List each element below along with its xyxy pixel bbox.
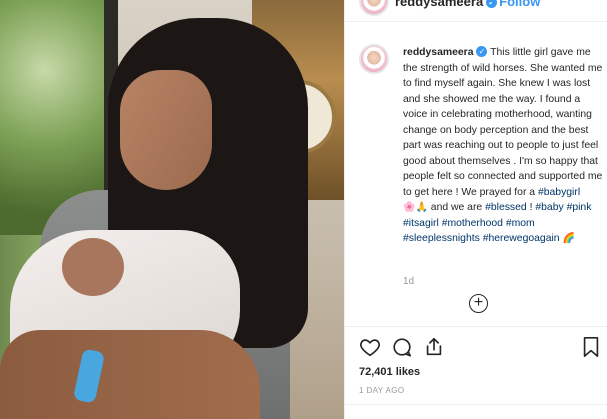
hashtag-itsagirl[interactable]: #itsagirl — [403, 218, 439, 229]
hashtag-sleeplessnights[interactable]: #sleeplessnights — [403, 233, 480, 244]
post-photo[interactable] — [0, 0, 344, 419]
plus-circle-icon[interactable]: + — [469, 294, 488, 313]
hashtag-blessed[interactable]: #blessed — [485, 202, 527, 213]
caption-time-ago[interactable]: 1d — [403, 276, 414, 287]
post-timestamp[interactable]: 1 DAY AGO — [359, 386, 405, 395]
follow-button[interactable]: • Follow — [491, 0, 540, 9]
caption-username[interactable]: reddysameera — [403, 47, 473, 58]
post-header: reddysameera ✓ • Follow — [345, 0, 607, 22]
photo-mother-face — [120, 70, 212, 190]
comment-icon[interactable] — [391, 336, 415, 360]
header-avatar[interactable] — [359, 0, 389, 16]
bookmark-icon[interactable] — [581, 336, 605, 360]
photo-baby-head — [62, 238, 124, 296]
caption-body-2: and we are — [427, 202, 486, 213]
bottom-divider — [345, 404, 607, 405]
header-username-text[interactable]: reddysameera — [395, 0, 483, 9]
flower-pray-emoji: 🌸🙏 — [403, 202, 428, 213]
hashtag-motherhood[interactable]: #motherhood — [442, 218, 503, 229]
hashtag-herewegoagain[interactable]: #herewegoagain — [483, 233, 560, 244]
heart-icon[interactable] — [359, 336, 383, 360]
photo-mother-arm — [0, 330, 260, 419]
actions-divider — [345, 326, 607, 327]
hashtag-baby[interactable]: #baby — [535, 202, 563, 213]
caption-verified-badge-icon: ✓ — [476, 46, 488, 57]
caption-avatar[interactable] — [359, 44, 389, 74]
caption-body-1: This little girl gave me the strength of… — [403, 47, 603, 198]
caption-text: reddysameera ✓ This little girl gave me t… — [403, 45, 603, 247]
header-username[interactable]: reddysameera ✓ — [395, 0, 498, 9]
hashtag-mom[interactable]: #mom — [506, 218, 535, 229]
rainbow-emoji: 🌈 — [562, 233, 575, 244]
post-side-panel: reddysameera ✓ • Follow reddysameera ✓ Thi… — [344, 0, 607, 419]
hashtag-babygirl[interactable]: #babygirl — [538, 187, 580, 198]
share-icon[interactable] — [423, 336, 447, 360]
likes-count[interactable]: 72,401 likes — [359, 366, 420, 378]
hashtag-pink[interactable]: #pink — [567, 202, 592, 213]
